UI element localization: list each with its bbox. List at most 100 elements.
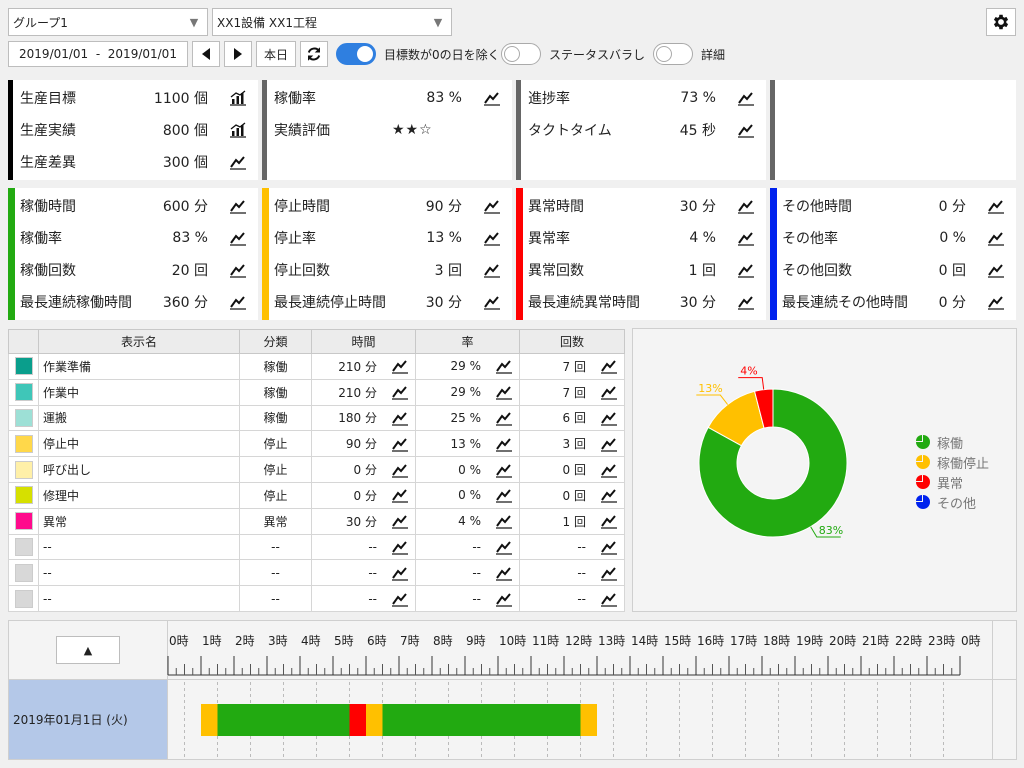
trend-chart-button[interactable] <box>736 260 756 280</box>
equipment-select[interactable]: XX1設備 XX1工程 ▼ <box>212 8 452 36</box>
count-trend-button[interactable] <box>598 539 620 555</box>
count-trend-button[interactable] <box>598 462 620 478</box>
time-trend-button[interactable] <box>389 462 411 478</box>
trend-chart-button[interactable] <box>736 292 756 312</box>
trend-chart-button[interactable] <box>228 260 248 280</box>
timeline-chart: 0時 1時 2時 3時 4時 5時 6時 7時 8時 9時 10時 11時 12時 13時 14時 15時 16… <box>9 620 1016 760</box>
settings-button[interactable] <box>986 8 1016 36</box>
time-trend-button[interactable] <box>389 358 411 374</box>
count-trend-button[interactable] <box>598 591 620 607</box>
group-select[interactable]: グループ1 ▼ <box>8 8 208 36</box>
hour-tick-label: 19時 <box>796 634 823 648</box>
count-trend-button[interactable] <box>598 513 620 529</box>
today-button-label: 本日 <box>263 47 288 62</box>
time-trend-button[interactable] <box>389 384 411 400</box>
legend-label: 稼働 <box>937 436 964 452</box>
detail-label: 詳細 <box>701 48 726 62</box>
trend-chart-button[interactable] <box>228 292 248 312</box>
trend-chart-button[interactable] <box>228 152 248 172</box>
status-breakdown-toggle[interactable] <box>501 43 541 65</box>
panel-color-bar <box>770 188 777 320</box>
line-chart-icon <box>601 592 617 607</box>
trend-chart-button[interactable] <box>482 228 502 248</box>
time-trend-button[interactable] <box>389 513 411 529</box>
color-swatch-cell <box>8 404 39 432</box>
line-chart-icon <box>496 567 512 581</box>
line-chart-icon <box>601 541 617 555</box>
status-count-cell: 7 回 <box>519 353 625 380</box>
rate-trend-button[interactable] <box>493 487 515 503</box>
hour-tick-label: 21時 <box>862 634 889 648</box>
count-trend-button[interactable] <box>598 410 620 426</box>
trend-chart-button[interactable] <box>986 196 1006 216</box>
trend-chart-button[interactable] <box>736 120 756 140</box>
pie-legend-icon <box>916 455 930 469</box>
rate-trend-button[interactable] <box>493 410 515 426</box>
metric-label: 生産実績 <box>20 123 76 139</box>
line-chart-icon <box>601 360 617 374</box>
line-chart-icon <box>496 592 512 607</box>
trend-chart-button[interactable] <box>986 260 1006 280</box>
trend-chart-button[interactable] <box>482 88 502 108</box>
trend-chart-button[interactable] <box>736 196 756 216</box>
rate-trend-button[interactable] <box>493 539 515 555</box>
trend-chart-button[interactable] <box>228 120 248 140</box>
status-metric-row: 稼働回数 20 回 <box>20 254 248 286</box>
status-time-cell: 0 分 <box>311 481 416 509</box>
metric-value: 1100 個 <box>153 91 208 107</box>
line-chart-icon <box>738 232 754 246</box>
rate-trend-button[interactable] <box>493 591 515 607</box>
next-day-button[interactable] <box>224 41 252 67</box>
trend-chart-button[interactable] <box>482 196 502 216</box>
summary-metric-row: 実績評価 ★★☆ <box>274 114 502 146</box>
prev-day-button[interactable] <box>192 41 220 67</box>
trend-chart-button[interactable] <box>736 228 756 248</box>
time-trend-button[interactable] <box>389 591 411 607</box>
time-trend-button[interactable] <box>389 436 411 452</box>
trend-chart-button[interactable] <box>482 292 502 312</box>
trend-chart-button[interactable] <box>482 260 502 280</box>
metric-label: 異常率 <box>528 231 570 247</box>
status-time: 210 分 <box>338 359 377 374</box>
status-count: 3 回 <box>562 437 586 452</box>
count-trend-button[interactable] <box>598 565 620 581</box>
rate-trend-button[interactable] <box>493 462 515 478</box>
line-chart-icon <box>230 200 246 214</box>
status-time: -- <box>368 565 377 580</box>
trend-chart-button[interactable] <box>228 196 248 216</box>
rate-trend-button[interactable] <box>493 565 515 581</box>
today-button[interactable]: 本日 <box>256 41 296 67</box>
metric-label: その他時間 <box>782 199 852 215</box>
hour-tick-label: 4時 <box>301 634 321 648</box>
rate-trend-button[interactable] <box>493 436 515 452</box>
status-time-cell: 210 分 <box>311 378 416 406</box>
detail-toggle[interactable] <box>653 43 693 65</box>
rate-trend-button[interactable] <box>493 513 515 529</box>
refresh-button[interactable] <box>300 41 328 67</box>
time-trend-button[interactable] <box>389 565 411 581</box>
count-trend-button[interactable] <box>598 358 620 374</box>
time-trend-button[interactable] <box>389 487 411 503</box>
status-rate-cell: 29 % <box>415 378 520 406</box>
trend-chart-button[interactable] <box>986 228 1006 248</box>
count-trend-button[interactable] <box>598 436 620 452</box>
status-time-cell: 180 分 <box>311 404 416 432</box>
trend-chart-button[interactable] <box>228 88 248 108</box>
trend-chart-button[interactable] <box>986 292 1006 312</box>
trend-chart-button[interactable] <box>736 88 756 108</box>
count-trend-button[interactable] <box>598 487 620 503</box>
time-trend-button[interactable] <box>389 539 411 555</box>
trend-chart-button[interactable] <box>228 228 248 248</box>
line-chart-icon <box>601 567 617 581</box>
date-range-field[interactable]: 2019/01/01 - 2019/01/01 <box>8 41 188 67</box>
count-trend-button[interactable] <box>598 384 620 400</box>
line-chart-icon <box>392 463 408 478</box>
rate-trend-button[interactable] <box>493 358 515 374</box>
bar-chart-icon <box>230 122 246 138</box>
time-trend-button[interactable] <box>389 410 411 426</box>
status-time-cell: -- <box>311 559 416 587</box>
line-chart-icon <box>496 515 512 529</box>
exclude-zero-target-toggle[interactable] <box>336 43 376 65</box>
legend-item: 異常 <box>915 472 989 492</box>
rate-trend-button[interactable] <box>493 384 515 400</box>
